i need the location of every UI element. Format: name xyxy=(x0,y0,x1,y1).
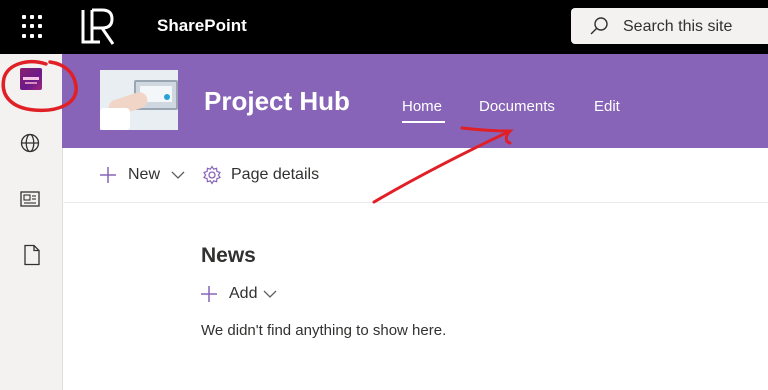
left-rail xyxy=(0,54,63,390)
chevron-down-icon[interactable] xyxy=(171,170,185,180)
search-box[interactable]: Search this site xyxy=(571,8,768,44)
site-logo-image[interactable] xyxy=(100,70,178,130)
site-thumbnail-icon[interactable] xyxy=(20,68,42,90)
nav-selected-indicator xyxy=(402,121,445,123)
chevron-down-icon[interactable] xyxy=(263,289,277,299)
new-button[interactable]: New xyxy=(128,166,160,184)
suite-bar: SharePoint Search this site xyxy=(0,0,768,54)
plus-icon[interactable] xyxy=(99,166,117,184)
page-details-button[interactable]: Page details xyxy=(231,166,319,184)
app-launcher-icon[interactable] xyxy=(22,15,46,39)
document-icon[interactable] xyxy=(23,244,41,266)
globe-icon[interactable] xyxy=(19,132,41,154)
app-name[interactable]: SharePoint xyxy=(157,16,247,36)
search-icon xyxy=(590,17,608,35)
add-plus-icon[interactable] xyxy=(200,285,218,303)
nav-edit[interactable]: Edit xyxy=(594,98,620,115)
command-bar xyxy=(62,148,768,203)
gear-icon[interactable] xyxy=(202,165,222,185)
site-title[interactable]: Project Hub xyxy=(204,86,350,117)
news-icon[interactable] xyxy=(19,189,41,209)
news-title: News xyxy=(201,244,256,267)
lr-logo[interactable] xyxy=(80,8,116,46)
news-empty-message: We didn't find anything to show here. xyxy=(201,322,447,339)
search-input[interactable]: Search this site xyxy=(623,18,732,36)
nav-documents[interactable]: Documents xyxy=(479,98,555,115)
nav-home[interactable]: Home xyxy=(402,98,442,115)
add-news-button[interactable]: Add xyxy=(229,285,257,303)
